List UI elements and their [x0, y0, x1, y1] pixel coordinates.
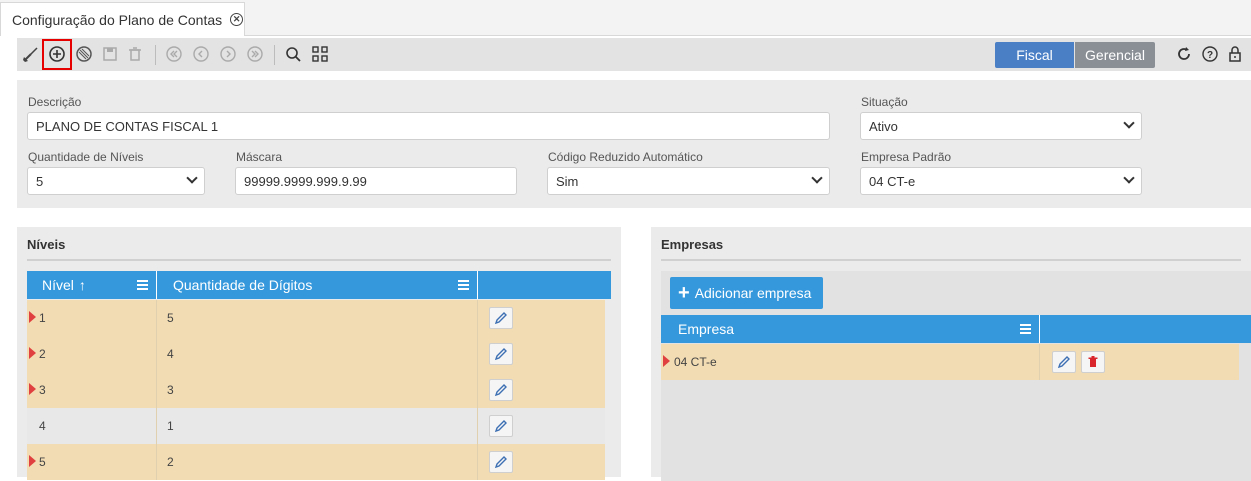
form-panel: Descrição PLANO DE CONTAS FISCAL 1 Situa…: [17, 80, 1251, 208]
codigo-reduzido-value: Sim: [556, 173, 579, 189]
edit-button[interactable]: [489, 451, 513, 473]
lock-icon[interactable]: [1225, 44, 1245, 64]
edit-button[interactable]: [489, 415, 513, 437]
qtd-niveis-label: Quantidade de Níveis: [28, 150, 144, 164]
table-row[interactable]: 41: [27, 408, 605, 444]
pencil-icon: [1057, 356, 1070, 369]
descricao-input[interactable]: PLANO DE CONTAS FISCAL 1: [27, 112, 830, 140]
nivel-cell: 3: [39, 383, 46, 397]
adicionar-empresa-label: Adicionar empresa: [694, 285, 812, 301]
table-row[interactable]: 15: [27, 300, 605, 336]
table-row[interactable]: 04 CT-e: [661, 344, 1239, 380]
refresh-icon[interactable]: [1174, 44, 1194, 64]
plus-icon: +: [678, 282, 690, 304]
digitos-cell: 3: [167, 383, 174, 397]
chevron-down-icon: [186, 172, 198, 184]
toolbar: Fiscal Gerencial ?: [17, 38, 1251, 71]
table-row[interactable]: 33: [27, 372, 605, 408]
divider: [27, 259, 611, 261]
column-menu-icon[interactable]: [458, 280, 469, 290]
add-icon[interactable]: [47, 44, 67, 64]
mascara-value: 99999.9999.999.9.99: [244, 173, 367, 189]
codigo-reduzido-label: Código Reduzido Automático: [548, 150, 703, 164]
nivel-cell: 1: [39, 311, 46, 325]
column-header-empresa[interactable]: Empresa: [661, 315, 1040, 343]
trash-icon[interactable]: [125, 44, 145, 64]
empresa-padrao-select[interactable]: 04 CT-e: [860, 167, 1142, 195]
mascara-label: Máscara: [236, 150, 283, 164]
tab-title: Configuração do Plano de Contas: [12, 11, 223, 28]
niveis-grid-header: Nível ↑ Quantidade de Dígitos: [27, 271, 611, 299]
empresas-grid-header: Empresa: [661, 315, 1251, 343]
chevron-down-icon: [1123, 117, 1135, 129]
edit-button[interactable]: [489, 379, 513, 401]
empresa-padrao-label: Empresa Padrão: [861, 150, 952, 164]
column-header-label: Nível: [42, 277, 74, 293]
digitos-cell: 5: [167, 311, 174, 325]
chevron-down-icon: [811, 172, 823, 184]
svg-text:?: ?: [1207, 50, 1213, 61]
column-header-label: Quantidade de Dígitos: [173, 277, 313, 293]
pencil-icon: [494, 312, 507, 325]
edit-button[interactable]: [489, 307, 513, 329]
pencil-icon: [494, 420, 507, 433]
empresas-title: Empresas: [661, 237, 724, 252]
nivel-cell: 4: [39, 419, 46, 433]
previous-record-icon[interactable]: [191, 44, 211, 64]
broom-icon[interactable]: [21, 44, 41, 64]
column-header-nivel[interactable]: Nível ↑: [27, 271, 157, 299]
pencil-icon: [494, 456, 507, 469]
help-icon[interactable]: ?: [1200, 44, 1220, 64]
next-record-icon[interactable]: [218, 44, 238, 64]
situacao-value: Ativo: [869, 118, 898, 134]
toolbar-separator: [274, 45, 275, 65]
divider: [661, 259, 1241, 261]
edit-button[interactable]: [489, 343, 513, 365]
close-icon[interactable]: ✕: [230, 13, 244, 26]
niveis-panel: Níveis Nível ↑ Quantidade de Dígitos 152…: [17, 227, 621, 480]
qtd-niveis-select[interactable]: 5: [27, 167, 205, 195]
table-row[interactable]: 52: [27, 444, 605, 480]
cancel-icon[interactable]: [74, 44, 94, 64]
descricao-label: Descrição: [28, 95, 82, 109]
column-menu-icon[interactable]: [137, 280, 148, 290]
digitos-cell: 4: [167, 347, 174, 361]
column-header-digitos[interactable]: Quantidade de Dígitos: [157, 271, 478, 299]
chevron-down-icon: [1123, 172, 1135, 184]
delete-button[interactable]: [1081, 351, 1105, 373]
adicionar-empresa-button[interactable]: + Adicionar empresa: [670, 277, 823, 309]
column-header-label: Empresa: [678, 321, 735, 337]
last-record-icon[interactable]: [245, 44, 265, 64]
search-icon[interactable]: [283, 44, 303, 64]
mascara-input[interactable]: 99999.9999.999.9.99: [235, 167, 517, 195]
descricao-value: PLANO DE CONTAS FISCAL 1: [36, 118, 219, 134]
trash-icon: [1088, 356, 1098, 367]
situacao-select[interactable]: Ativo: [860, 112, 1142, 140]
gerencial-button[interactable]: Gerencial: [1075, 42, 1155, 68]
fiscal-button[interactable]: Fiscal: [995, 42, 1074, 68]
edit-button[interactable]: [1052, 351, 1076, 373]
nivel-cell: 2: [39, 347, 46, 361]
empresa-padrao-value: 04 CT-e: [869, 173, 916, 189]
table-row[interactable]: 24: [27, 336, 605, 372]
empresas-panel: Empresas + Adicionar empresa Empresa 04 …: [651, 227, 1251, 481]
digitos-cell: 2: [167, 455, 174, 469]
tab-bar: Configuração do Plano de Contas ✕: [0, 0, 1251, 36]
empresa-cell: 04 CT-e: [674, 355, 717, 369]
codigo-reduzido-select[interactable]: Sim: [547, 167, 830, 195]
digitos-cell: 1: [167, 419, 174, 433]
niveis-title: Níveis: [27, 237, 66, 252]
qtd-niveis-value: 5: [36, 173, 44, 189]
nivel-cell: 5: [39, 455, 46, 469]
pencil-icon: [494, 384, 507, 397]
column-menu-icon[interactable]: [1020, 324, 1031, 334]
situacao-label: Situação: [861, 95, 908, 109]
first-record-icon[interactable]: [164, 44, 184, 64]
toolbar-separator: [155, 45, 156, 65]
save-icon[interactable]: [100, 44, 120, 64]
tab-plano-de-contas[interactable]: Configuração do Plano de Contas ✕: [0, 2, 245, 36]
grid-view-icon[interactable]: [310, 44, 330, 64]
pencil-icon: [494, 348, 507, 361]
sort-asc-icon: ↑: [78, 277, 86, 293]
